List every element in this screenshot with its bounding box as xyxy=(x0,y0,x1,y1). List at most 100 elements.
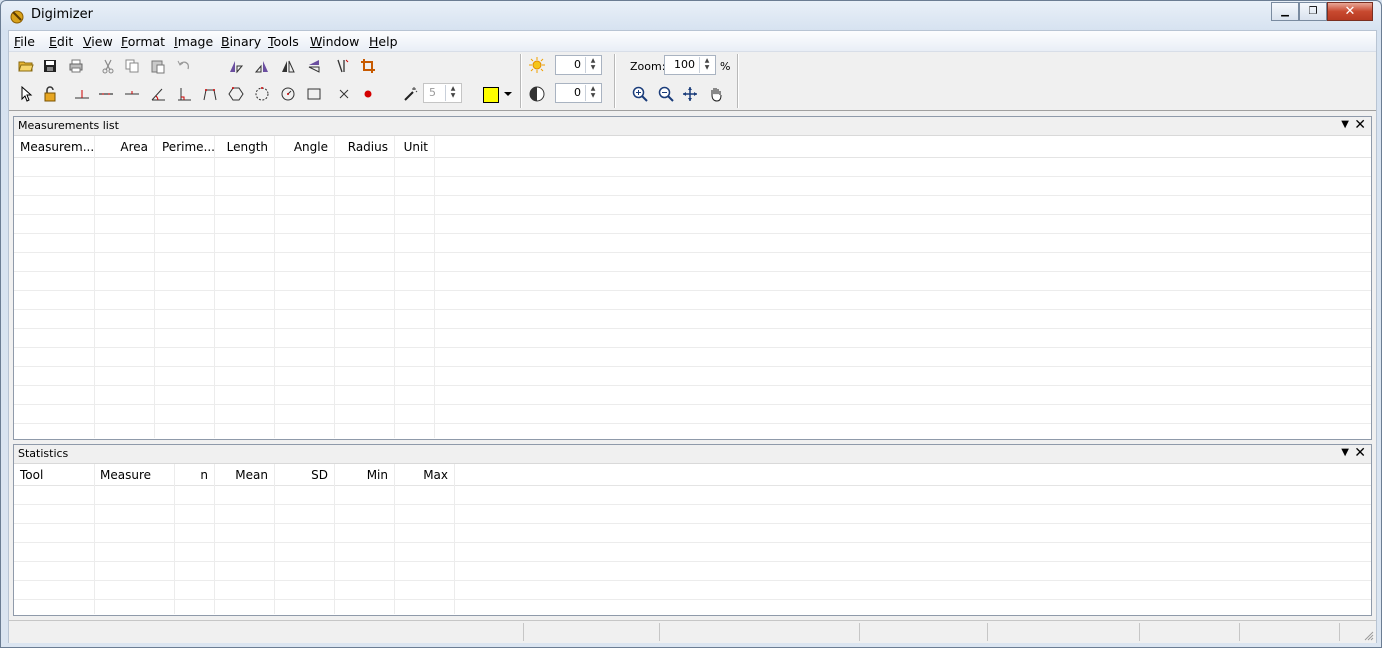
menu-format[interactable]: Format xyxy=(121,34,165,49)
zoom-out-button[interactable] xyxy=(655,83,677,105)
menu-window[interactable]: Window xyxy=(310,34,359,49)
spin-down-icon[interactable]: ▼ xyxy=(446,92,460,99)
spin-up-icon[interactable]: ▲ xyxy=(586,85,600,92)
line-tool-button[interactable] xyxy=(95,83,117,105)
polygon-tool-button[interactable] xyxy=(225,83,247,105)
column-header[interactable]: Max xyxy=(368,468,448,482)
menu-binary[interactable]: Binary xyxy=(221,34,261,49)
contrast-value: 0 xyxy=(574,86,581,99)
menu-view[interactable]: View xyxy=(83,34,113,49)
polyline-tool-button[interactable] xyxy=(199,83,221,105)
color-picker[interactable] xyxy=(479,83,515,107)
status-segment xyxy=(523,623,524,641)
dot-tool-button[interactable] xyxy=(357,83,379,105)
grid-header: Tool Measure n Mean SD Min Max xyxy=(14,464,1371,486)
column-divider xyxy=(154,136,155,438)
calibrate-button[interactable] xyxy=(331,55,353,77)
menu-file[interactable]: File xyxy=(14,34,35,49)
copy-button[interactable] xyxy=(121,55,143,77)
panel-close-icon[interactable]: ✕ xyxy=(1354,445,1366,461)
rectangle-tool-button[interactable] xyxy=(303,83,325,105)
status-segment xyxy=(1339,623,1340,641)
calibrate-icon xyxy=(337,59,349,73)
crop-button[interactable] xyxy=(357,55,379,77)
menu-help[interactable]: Help xyxy=(369,34,398,49)
contrast-icon-button xyxy=(526,83,548,105)
panel-menu-icon[interactable]: ▼ xyxy=(1341,119,1349,130)
magic-wand-button[interactable] xyxy=(399,83,421,105)
marker-line-icon xyxy=(75,90,89,99)
contrast-spinner[interactable]: 0 ▲ ▼ xyxy=(555,83,602,103)
column-header[interactable]: Area xyxy=(68,140,148,154)
row-divider xyxy=(14,252,1371,253)
point-tool-button[interactable] xyxy=(333,83,355,105)
rotate-right-button[interactable] xyxy=(251,55,273,77)
move-arrows-icon xyxy=(683,87,697,101)
row-divider xyxy=(14,580,1371,581)
panel-close-icon[interactable]: ✕ xyxy=(1354,117,1366,133)
brightness-spinner[interactable]: 0 ▲ ▼ xyxy=(555,55,602,75)
spin-down-icon[interactable]: ▼ xyxy=(586,92,600,99)
statistics-panel-header: Statistics ▼ ✕ xyxy=(14,445,1371,464)
flip-horizontal-button[interactable] xyxy=(277,55,299,77)
rotate-left-button[interactable] xyxy=(225,55,247,77)
column-divider xyxy=(334,136,335,438)
angle-tool-button[interactable] xyxy=(147,83,169,105)
row-divider xyxy=(14,347,1371,348)
spin-up-icon[interactable]: ▲ xyxy=(586,57,600,64)
zoom-spinner[interactable]: 100 ▲ ▼ xyxy=(664,55,716,75)
open-button[interactable] xyxy=(15,55,37,77)
angle-icon xyxy=(151,88,165,101)
rotate-right-icon xyxy=(254,61,268,73)
zoom-unit: % xyxy=(720,60,731,73)
pan-button[interactable] xyxy=(679,83,701,105)
spin-down-icon[interactable]: ▼ xyxy=(586,64,600,71)
cut-button[interactable] xyxy=(97,55,119,77)
select-tool-button[interactable] xyxy=(15,83,37,105)
zoom-in-button[interactable] xyxy=(629,83,651,105)
title-bar[interactable]: Digimizer ▁ ❐ ✕ xyxy=(1,1,1381,29)
lock-button[interactable] xyxy=(39,83,61,105)
zoom-label: Zoom: xyxy=(630,60,666,73)
marker-tool-button[interactable] xyxy=(71,83,93,105)
red-dot-icon xyxy=(364,90,372,98)
minimize-button[interactable]: ▁ xyxy=(1271,2,1299,21)
column-header[interactable]: Unit xyxy=(348,140,428,154)
floppy-disk-icon xyxy=(44,60,56,72)
circle-tool-button[interactable] xyxy=(251,83,273,105)
polyline-icon xyxy=(203,89,217,101)
perpendicular-tool-button[interactable] xyxy=(173,83,195,105)
perpendicular-icon xyxy=(178,88,191,101)
distance-tool-button[interactable] xyxy=(121,83,143,105)
print-button[interactable] xyxy=(65,55,87,77)
resize-grip-icon[interactable] xyxy=(1364,631,1374,641)
spin-up-icon[interactable]: ▲ xyxy=(446,85,460,92)
flip-vertical-button[interactable] xyxy=(303,55,325,77)
menu-tools[interactable]: Tools xyxy=(268,34,299,49)
spin-up-icon[interactable]: ▲ xyxy=(700,57,714,64)
maximize-button[interactable]: ❐ xyxy=(1299,2,1327,21)
menu-image[interactable]: Image xyxy=(174,34,213,49)
app-window: Digimizer ▁ ❐ ✕ File Edit View Format Image B… xyxy=(0,0,1382,648)
panel-menu-icon[interactable]: ▼ xyxy=(1341,447,1349,458)
column-divider xyxy=(94,464,95,614)
save-button[interactable] xyxy=(39,55,61,77)
column-header[interactable]: Tool xyxy=(20,468,43,482)
measurements-panel-title: Measurements list xyxy=(18,119,119,132)
close-button[interactable]: ✕ xyxy=(1327,2,1373,21)
thickness-spinner[interactable]: 5 ▲ ▼ xyxy=(423,83,462,103)
column-divider xyxy=(334,464,335,614)
menu-edit[interactable]: Edit xyxy=(49,34,73,49)
spin-down-icon[interactable]: ▼ xyxy=(700,64,714,71)
row-divider xyxy=(14,561,1371,562)
undo-button[interactable] xyxy=(173,55,195,77)
row-divider xyxy=(14,423,1371,424)
paste-button[interactable] xyxy=(147,55,169,77)
hand-tool-button[interactable] xyxy=(705,83,727,105)
sun-icon xyxy=(529,57,545,73)
status-segment xyxy=(859,623,860,641)
brightness-value: 0 xyxy=(574,58,581,71)
dotted-circle-icon xyxy=(255,87,269,101)
measurements-grid: Measurem... Area Perime... Length Angle Radiu… xyxy=(14,136,1371,438)
radius-tool-button[interactable] xyxy=(277,83,299,105)
